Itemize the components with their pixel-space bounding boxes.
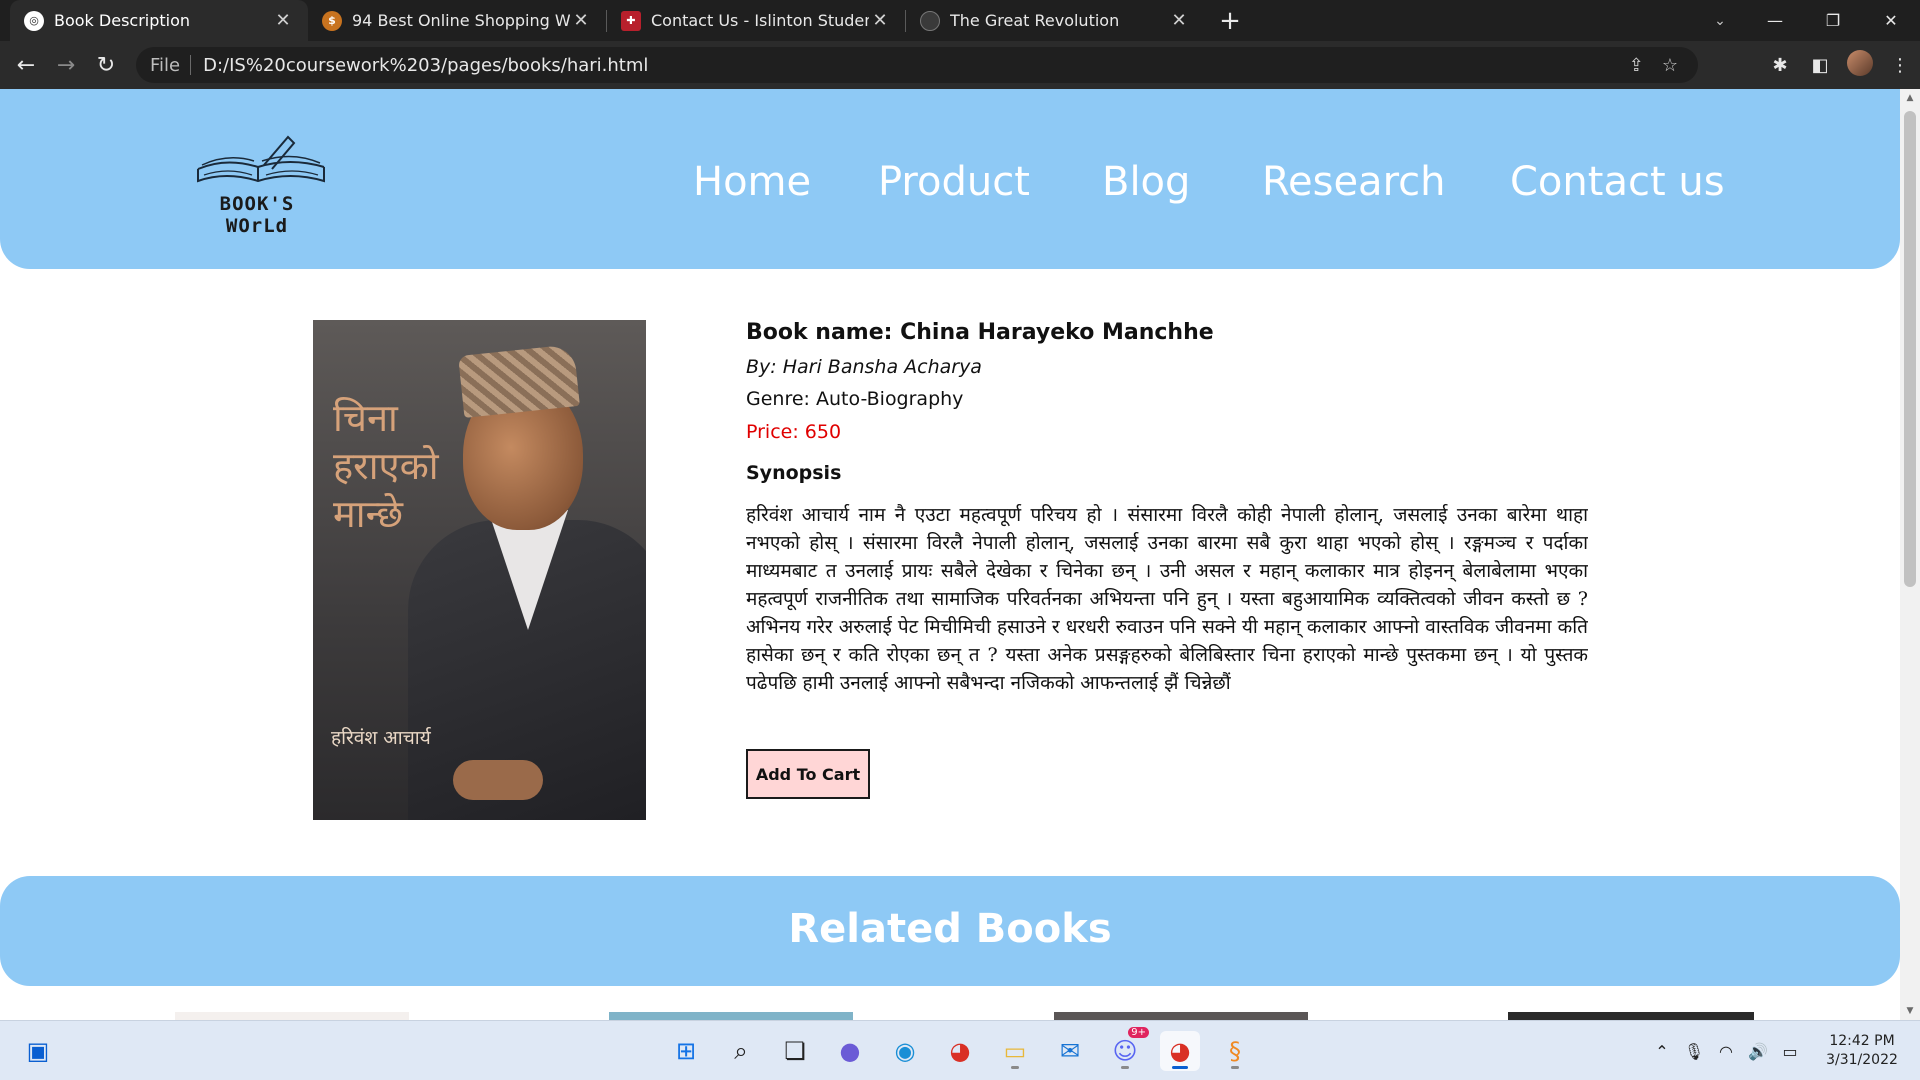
cover-title-line: हराएको xyxy=(333,444,439,488)
system-tray: ⌃ 🎙 ◠ 🔊 ▭ 12:42 PM 3/31/2022 xyxy=(1646,1021,1920,1080)
share-icon[interactable]: ⇪ xyxy=(1629,55,1644,76)
book-genre: Genre: Auto-Biography xyxy=(746,388,964,410)
book-cover-image: चिना हराएको मान्छे हरिवंश आचार्य xyxy=(313,320,646,820)
cover-author: हरिवंश आचार्य xyxy=(331,727,431,749)
tab-book-description[interactable]: ◎ Book Description ✕ xyxy=(10,0,308,41)
book-name: Book name: China Harayeko Manchhe xyxy=(746,320,1214,345)
close-icon[interactable]: ✕ xyxy=(869,10,891,31)
search-icon[interactable]: ⌕ xyxy=(721,1031,761,1071)
nav-research[interactable]: Research xyxy=(1262,159,1445,205)
cover-figure-hands xyxy=(453,760,543,800)
close-icon[interactable]: ✕ xyxy=(1168,10,1190,31)
cover-title: चिना हराएको मान्छे xyxy=(333,394,439,538)
toolbar-right: ✱ ◧ ⋮ xyxy=(1760,41,1920,89)
related-book-thumbnail[interactable] xyxy=(175,1012,409,1020)
book-author: By: Hari Bansha Acharya xyxy=(746,356,982,378)
nav-home[interactable]: Home xyxy=(693,159,811,205)
money-bag-icon: $ xyxy=(322,10,342,31)
clock[interactable]: 12:42 PM 3/31/2022 xyxy=(1814,1032,1910,1070)
profile-avatar[interactable] xyxy=(1840,49,1880,81)
cover-title-line: मान्छे xyxy=(333,492,404,536)
tab-search-chevron-icon[interactable]: ⌄ xyxy=(1702,0,1738,41)
add-to-cart-button[interactable]: Add To Cart xyxy=(746,749,870,799)
related-books-banner: Related Books xyxy=(0,876,1900,986)
address-bar[interactable]: i File D:/IS%20coursework%203/pages/book… xyxy=(136,47,1698,291)
book-details: Book name: China Harayeko Manchhe By: Ha… xyxy=(746,315,1588,727)
related-books-heading: Related Books xyxy=(788,906,1112,952)
nav-product[interactable]: Product xyxy=(878,159,1030,205)
divider xyxy=(190,55,192,75)
page-scrollbar[interactable]: ▲ ▼ xyxy=(1900,89,1920,1020)
clock-date: 3/31/2022 xyxy=(1826,1052,1898,1068)
file-explorer-icon[interactable]: ▭ xyxy=(995,1031,1035,1071)
scheme-label: File xyxy=(150,54,181,76)
bookmark-star-icon[interactable]: ☆ xyxy=(1662,55,1678,76)
close-icon[interactable]: ✕ xyxy=(570,10,592,31)
site-icon xyxy=(920,10,940,31)
back-arrow-icon[interactable]: ← xyxy=(6,45,46,85)
related-book-thumbnail[interactable] xyxy=(1054,1012,1308,1020)
nav-contact-us[interactable]: Contact us xyxy=(1510,159,1725,205)
scroll-down-arrow-icon[interactable]: ▼ xyxy=(1900,1002,1920,1020)
minimize-icon[interactable]: — xyxy=(1746,11,1804,30)
cover-figure-cap xyxy=(458,344,580,418)
related-books-row xyxy=(0,1012,1900,1020)
window-controls: — ❐ ✕ xyxy=(1746,0,1920,41)
omnibox-actions: ⇪ ☆ xyxy=(1629,47,1678,83)
windows-taskbar: ▣ ⊞ ⌕ ❏ ● ◉ ◕ ▭ ✉ ☺ 9+ ◕ § ⌃ 🎙 ◠ 🔊 ▭ 12:4… xyxy=(0,1020,1920,1080)
widgets-icon[interactable]: ▣ xyxy=(18,1031,58,1071)
chrome-icon[interactable]: ◕ xyxy=(940,1031,980,1071)
forward-arrow-icon[interactable]: → xyxy=(46,45,86,85)
shield-icon: ✚ xyxy=(621,10,641,31)
related-book-thumbnail[interactable] xyxy=(1508,1012,1754,1020)
main-nav: Home Product Blog Research Contact us xyxy=(0,159,1900,219)
site-header: BOOK'S WOrLd Home Product Blog Research … xyxy=(0,89,1900,269)
scroll-up-arrow-icon[interactable]: ▲ xyxy=(1900,89,1920,107)
volume-icon[interactable]: 🔊 xyxy=(1742,1042,1774,1061)
task-view-icon[interactable]: ❏ xyxy=(775,1031,815,1071)
tab-great-revolution[interactable]: The Great Revolution ✕ xyxy=(906,0,1204,41)
page-viewport: BOOK'S WOrLd Home Product Blog Research … xyxy=(0,89,1900,1020)
related-book-thumbnail[interactable] xyxy=(609,1012,853,1020)
synopsis-heading: Synopsis xyxy=(746,462,842,484)
chevron-up-icon[interactable]: ⌃ xyxy=(1646,1042,1678,1061)
sublime-text-icon[interactable]: § xyxy=(1215,1031,1255,1071)
reload-icon[interactable]: ↻ xyxy=(86,45,126,85)
discord-icon[interactable]: ☺ 9+ xyxy=(1105,1027,1149,1071)
tab-title: Contact Us - Islinton Student Hel xyxy=(651,11,869,30)
start-windows-icon[interactable]: ⊞ xyxy=(666,1031,706,1071)
teams-chat-icon[interactable]: ● xyxy=(830,1031,870,1071)
book-price: Price: 650 xyxy=(746,421,842,443)
synopsis-text: हरिवंश आचार्य नाम नै एउटा महत्वपूर्ण परि… xyxy=(746,504,1588,694)
battery-icon[interactable]: ▭ xyxy=(1774,1042,1806,1061)
new-tab-button[interactable]: + xyxy=(1210,0,1250,41)
edge-browser-icon[interactable]: ◉ xyxy=(885,1031,925,1071)
extensions-puzzle-icon[interactable]: ✱ xyxy=(1760,55,1800,76)
globe-icon: ◎ xyxy=(24,10,44,31)
menu-kebab-icon[interactable]: ⋮ xyxy=(1880,55,1920,76)
microphone-icon[interactable]: 🎙 xyxy=(1678,1042,1710,1061)
chat-badge: 9+ xyxy=(1128,1027,1149,1038)
restore-icon[interactable]: ❐ xyxy=(1804,11,1862,30)
tab-contact-us[interactable]: ✚ Contact Us - Islinton Student Hel ✕ xyxy=(607,0,905,41)
browser-tab-strip: ◎ Book Description ✕ $ 94 Best Online Sh… xyxy=(0,0,1920,41)
mail-icon[interactable]: ✉ xyxy=(1050,1031,1090,1071)
nav-blog[interactable]: Blog xyxy=(1102,159,1190,205)
close-window-icon[interactable]: ✕ xyxy=(1862,11,1920,30)
tab-title: Book Description xyxy=(54,11,191,30)
tab-shopping-websites[interactable]: $ 94 Best Online Shopping Website ✕ xyxy=(308,0,606,41)
tab-title: 94 Best Online Shopping Website xyxy=(352,11,570,30)
clock-time: 12:42 PM xyxy=(1829,1033,1895,1049)
tab-title: The Great Revolution xyxy=(950,11,1120,30)
scrollbar-thumb[interactable] xyxy=(1904,111,1916,587)
wifi-icon[interactable]: ◠ xyxy=(1710,1042,1742,1061)
chrome-profile-icon[interactable]: ◕ xyxy=(1160,1031,1200,1071)
url-text[interactable]: D:/IS%20coursework%203/pages/books/hari.… xyxy=(203,55,648,76)
side-panel-icon[interactable]: ◧ xyxy=(1800,55,1840,76)
cover-title-line: चिना xyxy=(333,396,398,440)
browser-toolbar: ← → ↻ i File D:/IS%20coursework%203/page… xyxy=(0,41,1920,291)
close-icon[interactable]: ✕ xyxy=(272,10,294,31)
